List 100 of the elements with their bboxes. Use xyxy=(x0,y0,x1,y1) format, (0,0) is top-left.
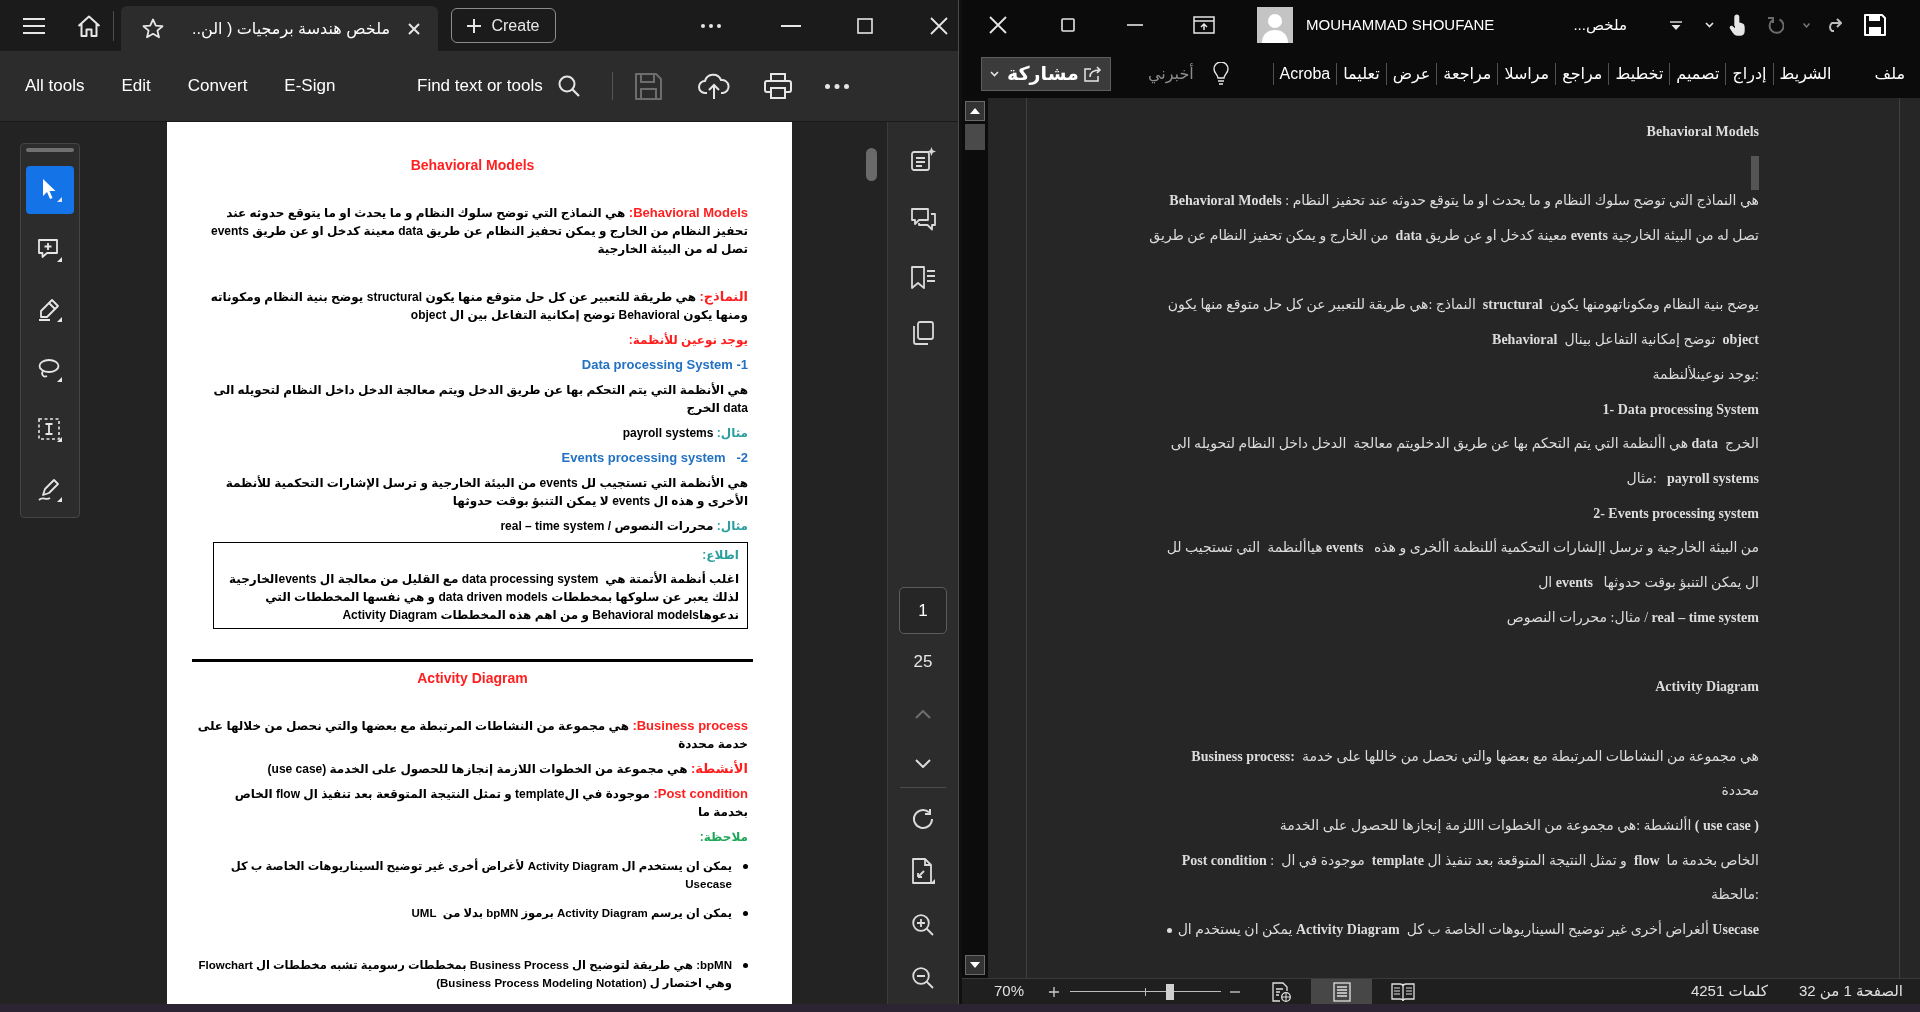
close-icon[interactable] xyxy=(989,16,1007,34)
view-mode-button[interactable] xyxy=(1311,979,1373,1004)
bullet-icon xyxy=(743,963,748,968)
ribbon-tab[interactable]: Acroba xyxy=(1272,63,1337,85)
comments-icon[interactable] xyxy=(910,208,936,231)
bullet-icon xyxy=(743,864,748,869)
document-text-line: محددة xyxy=(1721,782,1759,801)
close-icon[interactable] xyxy=(930,16,948,35)
page-status: الصفحة 1 من 32 xyxy=(1798,981,1903,1002)
print-icon[interactable] xyxy=(763,73,792,99)
maximize-icon[interactable] xyxy=(857,17,873,34)
zoom-out-icon[interactable] xyxy=(912,967,934,989)
document-sparkle-icon[interactable] xyxy=(910,147,936,171)
document-text-line: مالحظة: xyxy=(1711,886,1759,905)
slider-thumb[interactable] xyxy=(1165,983,1174,1000)
pdf-heading: Activity Diagram xyxy=(417,669,528,687)
minimize-icon[interactable] xyxy=(781,24,801,27)
rotate-icon[interactable] xyxy=(912,808,934,830)
document-heading: Behavioral Models xyxy=(1646,123,1759,141)
ribbon-display-icon[interactable] xyxy=(1193,16,1215,34)
ribbon-tab[interactable]: مراسلا xyxy=(1497,63,1556,85)
page-count: 25 xyxy=(913,652,933,672)
pdf-paragraph: النماذج: هي طريقة للتعبير عن كل حل متوقع منها يكون structural يوضح بنية النظام ومكوناته ومنها يكون Behavioral توضح إمكانية التفاعل بين ال object xyxy=(209,288,748,324)
document-heading: Activity Diagram xyxy=(1655,678,1759,697)
text-select-icon xyxy=(38,418,62,442)
zoom-out-icon[interactable] xyxy=(1230,990,1241,993)
caret-icon xyxy=(990,71,999,77)
bullet-text: يمكن ان يستخدم ال Activity Diagram لأغراض أخرى غير توضيح السيناريوهات الخاصة ب كل Usecase xyxy=(229,857,732,892)
e-sign-button[interactable]: E-Sign xyxy=(284,73,336,99)
ribbon-tab[interactable]: تعليما xyxy=(1336,63,1386,85)
ribbon-tab[interactable]: مراجع xyxy=(1555,63,1609,85)
bookmark-list-icon[interactable] xyxy=(911,266,935,289)
customize-menu-icon[interactable] xyxy=(1670,20,1682,30)
plus-icon xyxy=(467,18,482,33)
more-icon[interactable] xyxy=(701,23,721,28)
zoom-in-icon[interactable] xyxy=(1049,986,1060,997)
all-tools-button[interactable]: All tools xyxy=(25,73,85,99)
document-title: ملخص... xyxy=(1573,14,1627,36)
zoom-slider[interactable] xyxy=(1070,983,1222,1000)
word-count: 4251 كلمات xyxy=(1690,981,1768,1002)
ribbon-tab[interactable]: تخطيط xyxy=(1608,63,1670,85)
share-button[interactable]: مشاركة xyxy=(981,57,1111,91)
web-layout-icon xyxy=(1270,981,1291,1002)
chevron-down-icon[interactable] xyxy=(915,759,931,768)
home-icon[interactable] xyxy=(77,14,101,37)
ribbon-tab[interactable]: ملف xyxy=(1871,63,1908,85)
scrollbar-thumb[interactable] xyxy=(965,124,985,150)
create-button[interactable]: Create xyxy=(451,8,556,43)
user-name[interactable]: MOUHAMMAD SHOUFANE xyxy=(1306,13,1495,37)
zoom-level[interactable]: 70% xyxy=(994,980,1025,1003)
bullet-icon xyxy=(1166,927,1172,933)
comment-plus-icon xyxy=(38,238,62,262)
lightbulb-icon[interactable] xyxy=(1212,62,1229,86)
convert-button[interactable]: Convert xyxy=(187,73,248,99)
bullet-text: يمكن ان يرسم Activity Diagram برموز bpMN بدلا من UML xyxy=(411,906,732,922)
bullet-icon xyxy=(743,911,748,916)
bullet-text: bpMN: هي طريقة لتوضيح ال Business Process بمخططات رسومية تشبه مخططات ال Flowchart وهي اختصار ل (Business Process Modeling Notation) xyxy=(197,958,732,992)
document-text-line: يوجد نوعينلألنظمة: xyxy=(1652,364,1759,385)
edit-button[interactable]: Edit xyxy=(121,73,151,99)
star-icon[interactable] xyxy=(142,18,164,39)
pdf-paragraph: هي الأنظمة التي تستجيب لل events من البيئة الخارجية و ترسل الإشارات التحكمية للأنظمة الأخرى و هذه ال events لا يمكن التنبؤ بوقت حدوثها xyxy=(224,474,748,510)
page-arrow-icon[interactable] xyxy=(911,858,935,884)
pdf-subheading: ملاحظة: xyxy=(699,829,748,846)
document-heading: 2- Events processing system xyxy=(1593,504,1759,523)
more-icon[interactable] xyxy=(824,83,849,89)
copy-pages-icon[interactable] xyxy=(912,321,934,345)
ribbon-tab[interactable]: عرض xyxy=(1385,63,1437,85)
zoom-in-icon[interactable] xyxy=(912,914,934,936)
highlighter-icon xyxy=(38,298,62,322)
note-label: اطلاع: xyxy=(702,547,739,564)
find-tools-button[interactable]: Find text or tools xyxy=(417,73,580,99)
note-text: اغلب أنظمة الأتمتة هي data processing system مع القليل من معالجة ال eventsالخارجية لذلك يعبر عن سلوكها بمخططات data driven models و هي نفسها المخططات التي ندعوهاBehavioral models و من اهم هذه المخططات Activity Diagram xyxy=(227,570,739,624)
ribbon-tab[interactable]: إدراج xyxy=(1725,63,1773,85)
print-layout-icon xyxy=(1331,981,1352,1002)
text-cursor xyxy=(1751,156,1759,190)
tell-me-button[interactable]: أخبرني xyxy=(1148,62,1194,86)
pdf-heading: Behavioral Models xyxy=(410,156,535,174)
pdf-paragraph: هي الأنظمة التي يتم التحكم بها عن طريق الدخل ويتم معالجة الدخل داخل النظام لتحويله الى data الخرج xyxy=(212,381,748,417)
ribbon-tab[interactable]: مراجعة xyxy=(1436,63,1498,85)
menu-icon[interactable] xyxy=(23,17,45,34)
pdf-subheading: 1- Data processing System xyxy=(581,356,748,374)
pen-icon xyxy=(38,478,62,502)
search-icon xyxy=(557,75,580,97)
cloud-upload-icon[interactable] xyxy=(697,72,730,100)
document-heading: 1- Data processing System xyxy=(1602,400,1759,419)
read-mode-icon xyxy=(1390,981,1415,1002)
grip-handle[interactable] xyxy=(26,148,74,152)
pdf-subheading: يوجد نوعين للأنظمة: xyxy=(628,331,748,349)
maximize-icon[interactable] xyxy=(1061,18,1075,32)
document-tab[interactable]: ملخص هندسة برمجيات ( الن.. xyxy=(121,6,438,51)
ribbon-tab[interactable]: تصميم xyxy=(1669,63,1726,85)
page-number-field[interactable]: 1 xyxy=(899,587,947,634)
touch-hand-icon[interactable] xyxy=(1729,14,1745,36)
close-icon[interactable] xyxy=(408,22,420,35)
share-icon xyxy=(1084,66,1102,82)
pdf-paragraph: الأنشطة: هي مجموعة من الخطوات اللازمة إنجازها للحصول على الخدمة (use case) xyxy=(267,760,748,778)
scrollbar-thumb[interactable] xyxy=(866,148,877,181)
pdf-paragraph: مثال: محررات النصوص / real – time system xyxy=(500,518,748,535)
ribbon-tab[interactable]: الشريط xyxy=(1772,63,1838,85)
lasso-icon xyxy=(38,358,62,382)
